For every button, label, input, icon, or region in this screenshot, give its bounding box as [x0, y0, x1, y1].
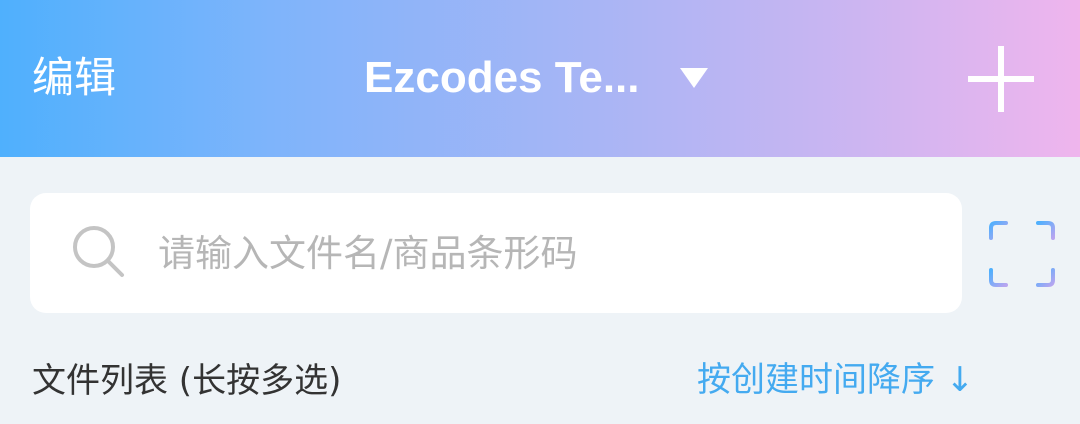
search-bar: [30, 193, 962, 313]
edit-button[interactable]: 编辑: [32, 50, 116, 106]
folder-title: Ezcodes Te...: [364, 53, 640, 102]
search-input[interactable]: [158, 223, 938, 283]
plus-icon[interactable]: [968, 46, 1034, 112]
scan-icon[interactable]: [988, 220, 1056, 288]
search-icon: [73, 226, 124, 277]
folder-selector[interactable]: Ezcodes Te...: [364, 48, 710, 108]
sort-order-button[interactable]: 按创建时间降序 ↓: [697, 354, 974, 406]
caret-down-icon: [679, 68, 708, 88]
top-bar: 编辑 Ezcodes Te...: [0, 0, 1080, 157]
file-list-label: 文件列表 (长按多选): [32, 361, 342, 401]
